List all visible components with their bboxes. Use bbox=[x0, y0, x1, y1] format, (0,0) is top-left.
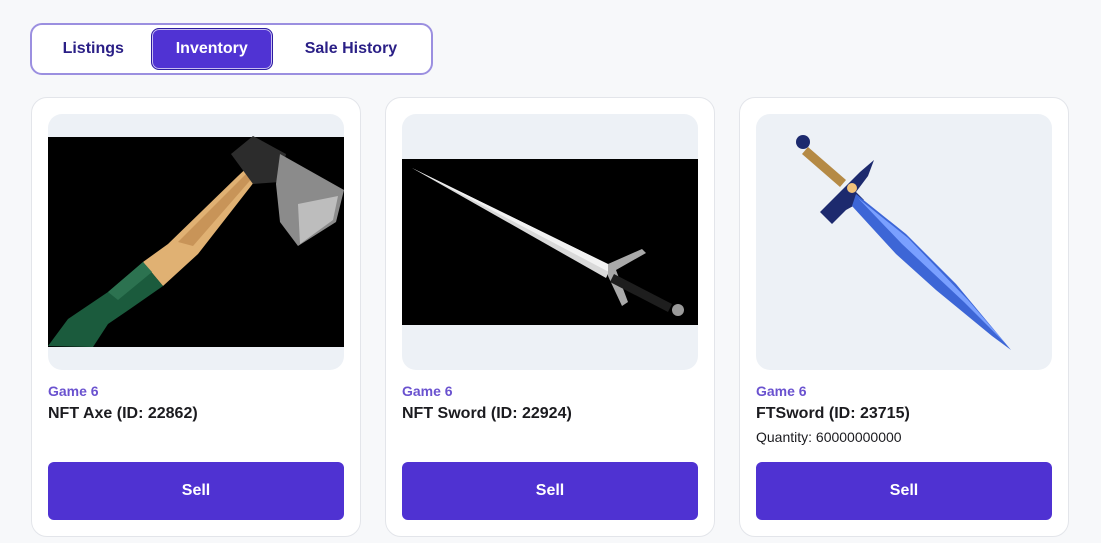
inventory-card: Game 6 FTSword (ID: 23715) Quantity: 600… bbox=[739, 97, 1069, 537]
sword-image bbox=[412, 168, 684, 316]
item-title: FTSword (ID: 23715) bbox=[756, 405, 910, 422]
item-title: NFT Sword (ID: 22924) bbox=[402, 405, 572, 422]
game-label: Game 6 bbox=[402, 383, 453, 399]
game-label: Game 6 bbox=[756, 383, 807, 399]
tab-listings[interactable]: Listings bbox=[36, 28, 151, 70]
inventory-card: Game 6 NFT Axe (ID: 22862) Sell bbox=[31, 97, 361, 537]
item-image bbox=[756, 114, 1052, 370]
item-title: NFT Axe (ID: 22862) bbox=[48, 405, 198, 422]
item-image bbox=[48, 114, 344, 370]
item-quantity: Quantity: 60000000000 bbox=[756, 429, 902, 445]
tab-bar: Listings Inventory Sale History bbox=[30, 23, 433, 75]
tab-sale-history[interactable]: Sale History bbox=[275, 28, 427, 70]
inventory-card: Game 6 NFT Sword (ID: 22924) Sell bbox=[385, 97, 715, 537]
sell-button[interactable]: Sell bbox=[402, 462, 698, 520]
tab-inventory[interactable]: Inventory bbox=[150, 28, 273, 70]
sell-button[interactable]: Sell bbox=[756, 462, 1052, 520]
sell-button[interactable]: Sell bbox=[48, 462, 344, 520]
blue-sword-image bbox=[796, 135, 1011, 350]
axe-image bbox=[48, 136, 344, 347]
game-label: Game 6 bbox=[48, 383, 99, 399]
item-image bbox=[402, 114, 698, 370]
